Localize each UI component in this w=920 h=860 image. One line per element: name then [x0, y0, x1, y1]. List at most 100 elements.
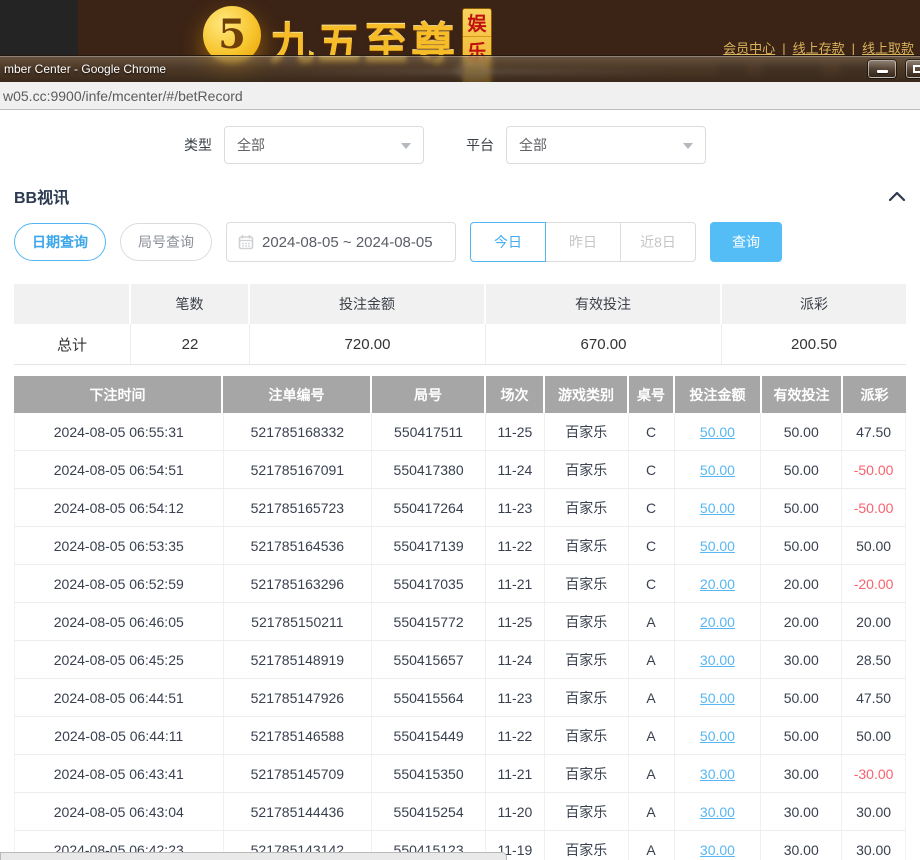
cell-payout: -30.00: [842, 755, 905, 792]
header-bet-id: 注单编号: [223, 376, 372, 413]
cell-game-type: 百家乐: [545, 565, 629, 602]
table-row: 2024-08-05 06:45:25 521785148919 5504156…: [14, 641, 906, 679]
maximize-button[interactable]: [906, 60, 920, 78]
window-titlebar[interactable]: mber Center - Google Chrome: [0, 55, 920, 82]
round-query-tab[interactable]: 局号查询: [120, 223, 212, 261]
cell-bet-amount-link[interactable]: 50.00: [675, 451, 762, 488]
cell-bet-amount-link[interactable]: 30.00: [675, 793, 762, 830]
summary-header-valid-bet: 有效投注: [486, 284, 722, 324]
cell-table-no: A: [629, 679, 675, 716]
summary-header-payout: 派彩: [722, 284, 906, 324]
cell-payout: 20.00: [842, 603, 905, 640]
nav-member-center-link[interactable]: 会员中心: [723, 41, 775, 56]
cell-bet-time: 2024-08-05 06:55:31: [15, 413, 224, 450]
table-row: 2024-08-05 06:53:35 521785164536 5504171…: [14, 527, 906, 565]
summary-table: 笔数 投注金额 有效投注 派彩 总计 22 720.00 670.00 200.…: [14, 284, 906, 365]
summary-count-value: 22: [131, 324, 250, 365]
cell-game-type: 百家乐: [545, 679, 629, 716]
cell-payout: 47.50: [842, 679, 905, 716]
cell-bet-amount-link[interactable]: 30.00: [675, 755, 762, 792]
platform-filter-label: 平台: [466, 135, 494, 155]
cell-bet-amount-link[interactable]: 50.00: [675, 527, 762, 564]
cell-round-id: 550415564: [372, 679, 486, 716]
cell-bet-amount-link[interactable]: 50.00: [675, 717, 762, 754]
url-bar[interactable]: w05.cc:9900/infe/mcenter/#/betRecord: [0, 82, 920, 110]
cell-table-no: C: [629, 565, 675, 602]
cell-session: 11-22: [486, 527, 545, 564]
nav-deposit-link[interactable]: 线上存款: [793, 41, 845, 56]
table-row: 2024-08-05 06:54:51 521785167091 5504173…: [14, 451, 906, 489]
cell-bet-time: 2024-08-05 06:44:11: [15, 717, 224, 754]
table-row: 2024-08-05 06:43:41 521785145709 5504153…: [14, 755, 906, 793]
cell-game-type: 百家乐: [545, 793, 629, 830]
cell-table-no: A: [629, 717, 675, 754]
cell-session: 11-21: [486, 755, 545, 792]
header-session: 场次: [486, 376, 545, 413]
header-round-id: 局号: [372, 376, 486, 413]
table-row: 2024-08-05 06:55:31 521785168332 5504175…: [14, 413, 906, 451]
cell-valid-bet: 50.00: [761, 679, 842, 716]
cell-game-type: 百家乐: [545, 831, 629, 860]
cell-game-type: 百家乐: [545, 717, 629, 754]
minimize-button[interactable]: [868, 60, 896, 78]
cell-bet-amount-link[interactable]: 30.00: [675, 641, 762, 678]
cell-table-no: A: [629, 793, 675, 830]
type-filter-select[interactable]: 全部: [224, 126, 424, 164]
cell-session: 11-21: [486, 565, 545, 602]
header-game-type: 游戏类别: [545, 376, 629, 413]
cell-bet-id: 521785148919: [224, 641, 373, 678]
table-row: 2024-08-05 06:46:05 521785150211 5504157…: [14, 603, 906, 641]
cell-table-no: C: [629, 489, 675, 526]
cell-bet-id: 521785163296: [224, 565, 373, 602]
cell-game-type: 百家乐: [545, 489, 629, 526]
cell-bet-amount-link[interactable]: 50.00: [675, 413, 762, 450]
cell-session: 11-24: [486, 641, 545, 678]
cell-bet-id: 521785150211: [224, 603, 373, 640]
calendar-icon: [238, 234, 254, 250]
platform-filter-select[interactable]: 全部: [506, 126, 706, 164]
cell-bet-amount-link[interactable]: 50.00: [675, 489, 762, 526]
cell-bet-amount-link[interactable]: 50.00: [675, 679, 762, 716]
cell-bet-amount-link[interactable]: 20.00: [675, 603, 762, 640]
cell-bet-time: 2024-08-05 06:54:51: [15, 451, 224, 488]
quick-range-group: 今日 昨日 近8日: [470, 222, 696, 262]
cell-round-id: 550417380: [372, 451, 486, 488]
cell-round-id: 550417035: [372, 565, 486, 602]
cell-payout: 28.50: [842, 641, 905, 678]
cell-bet-amount-link[interactable]: 30.00: [675, 831, 762, 860]
collapse-chevron-up-icon[interactable]: [888, 190, 906, 202]
cell-valid-bet: 50.00: [761, 489, 842, 526]
cell-round-id: 550415657: [372, 641, 486, 678]
table-row: 2024-08-05 06:52:59 521785163296 5504170…: [14, 565, 906, 603]
nav-withdraw-link[interactable]: 线上取款: [862, 41, 914, 56]
date-query-tab[interactable]: 日期查询: [14, 223, 106, 261]
cell-valid-bet: 20.00: [761, 565, 842, 602]
platform-filter-value: 全部: [507, 135, 547, 155]
bet-table-body: 2024-08-05 06:55:31 521785168332 5504175…: [14, 413, 906, 860]
chevron-down-icon: [401, 143, 411, 149]
cell-game-type: 百家乐: [545, 641, 629, 678]
today-button[interactable]: 今日: [470, 222, 546, 262]
cell-valid-bet: 50.00: [761, 527, 842, 564]
cell-round-id: 550415449: [372, 717, 486, 754]
cell-bet-time: 2024-08-05 06:54:12: [15, 489, 224, 526]
cell-table-no: A: [629, 831, 675, 860]
cell-bet-amount-link[interactable]: 20.00: [675, 565, 762, 602]
cell-valid-bet: 20.00: [761, 603, 842, 640]
last-8-days-button[interactable]: 近8日: [620, 222, 696, 262]
cell-valid-bet: 50.00: [761, 413, 842, 450]
date-range-input[interactable]: 2024-08-05 ~ 2024-08-05: [226, 222, 456, 262]
header-payout: 派彩: [843, 376, 906, 413]
summary-header-empty: [14, 284, 131, 324]
cell-game-type: 百家乐: [545, 413, 629, 450]
chevron-down-icon: [683, 143, 693, 149]
date-range-value: 2024-08-05 ~ 2024-08-05: [262, 234, 433, 251]
search-button[interactable]: 查询: [710, 222, 782, 262]
yesterday-button[interactable]: 昨日: [545, 222, 621, 262]
nav-separator: |: [782, 41, 785, 56]
summary-payout-value: 200.50: [722, 324, 906, 365]
nav-separator: |: [852, 41, 855, 56]
cell-payout: 30.00: [842, 793, 905, 830]
cell-round-id: 550417511: [372, 413, 486, 450]
cell-game-type: 百家乐: [545, 603, 629, 640]
